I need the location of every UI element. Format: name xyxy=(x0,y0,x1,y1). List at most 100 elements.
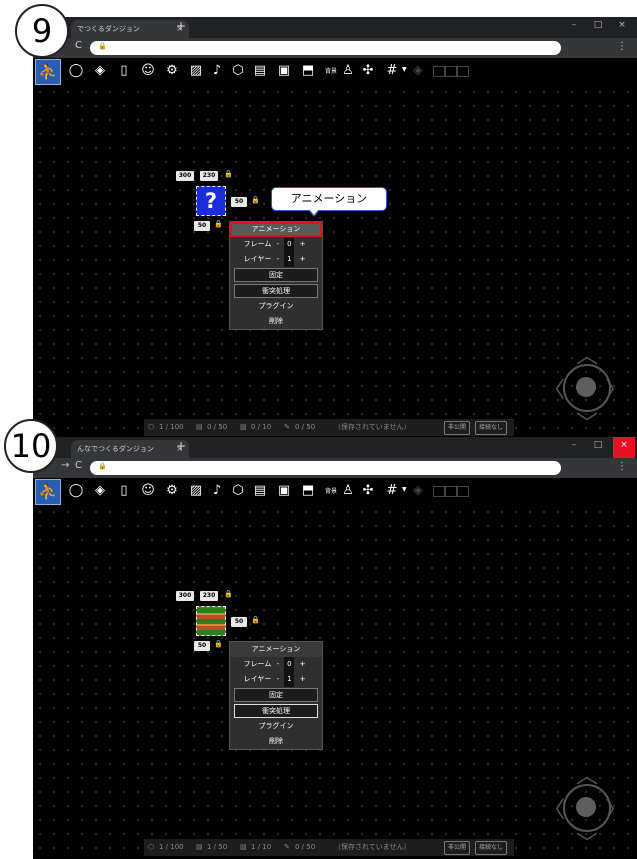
speech-bubble-icon[interactable]: ◯ xyxy=(67,482,85,500)
position-x[interactable]: 300 xyxy=(176,171,194,181)
width-value[interactable]: 50 xyxy=(231,617,247,627)
connection-button[interactable]: 接続なし xyxy=(475,421,508,435)
film-icon[interactable]: ▤ xyxy=(251,482,269,500)
animation-menu-item[interactable]: アニメーション xyxy=(230,642,322,657)
app-logo-icon[interactable]: ⛹ xyxy=(35,59,61,85)
browser-menu-icon[interactable]: ⋮ xyxy=(617,41,627,52)
frame-minus-button[interactable]: - xyxy=(277,657,280,672)
fix-label: 固定 xyxy=(234,268,318,282)
layers-icon[interactable]: ◈ xyxy=(91,62,109,80)
unknown-tile[interactable]: ? xyxy=(196,186,226,216)
person-icon[interactable]: ♙ xyxy=(339,62,357,80)
layer-minus-button[interactable]: - xyxy=(277,672,280,687)
frame-minus-button[interactable]: - xyxy=(277,237,280,252)
chevron-down-icon[interactable]: ▼ xyxy=(402,486,407,493)
virtual-dpad[interactable]: ︿ 〈 〉 ﹀ xyxy=(543,344,629,437)
frame-plus-button[interactable]: + xyxy=(300,237,306,252)
new-tab-button[interactable]: + xyxy=(176,19,186,33)
connection-button[interactable]: 接続なし xyxy=(475,841,508,855)
lock-icon[interactable]: 🔒 xyxy=(224,170,233,178)
speech-bubble-icon[interactable]: ◯ xyxy=(67,62,85,80)
gear-icon[interactable]: ⚙ xyxy=(163,482,181,500)
left-arrow-icon[interactable]: 〈 xyxy=(543,792,565,824)
virtual-dpad[interactable]: ︿ 〈 〉 ﹀ xyxy=(543,764,629,857)
fix-menu-item[interactable]: 固定 xyxy=(230,688,322,703)
forward-icon[interactable]: → xyxy=(61,460,69,471)
export-icon[interactable]: ⬒ xyxy=(299,482,317,500)
position-y[interactable]: 230 xyxy=(200,591,218,601)
layer-plus-button[interactable]: + xyxy=(300,672,306,687)
window-close-button[interactable]: × xyxy=(613,437,635,458)
bug-icon[interactable]: ✣ xyxy=(359,62,377,80)
frame-plus-button[interactable]: + xyxy=(300,657,306,672)
fix-menu-item[interactable]: 固定 xyxy=(230,268,322,283)
position-y[interactable]: 230 xyxy=(200,171,218,181)
grid-icon[interactable]: # xyxy=(383,482,401,500)
layer-minus-button[interactable]: - xyxy=(277,252,280,267)
lock-icon[interactable]: 🔒 xyxy=(251,616,260,624)
brick-tile[interactable] xyxy=(196,606,226,636)
images-count: 1 / 10 xyxy=(251,843,272,851)
lock-icon[interactable]: 🔒 xyxy=(214,640,223,648)
height-value[interactable]: 50 xyxy=(194,221,210,231)
chevron-down-icon[interactable]: ▼ xyxy=(402,66,407,73)
save-icon[interactable]: ▣ xyxy=(275,482,293,500)
position-x[interactable]: 300 xyxy=(176,591,194,601)
app-logo-icon[interactable]: ⛹ xyxy=(35,479,61,505)
cube-icon[interactable]: ⬡ xyxy=(229,62,247,80)
lock-icon[interactable]: 🔒 xyxy=(214,220,223,228)
collision-menu-item[interactable]: 衝突処理 xyxy=(230,704,322,719)
save-icon[interactable]: ▣ xyxy=(275,62,293,80)
animation-menu-item[interactable]: アニメーション xyxy=(230,222,322,237)
collision-label: 衝突処理 xyxy=(234,284,318,298)
private-button[interactable]: 非公開 xyxy=(444,841,471,855)
gear-icon[interactable]: ⚙ xyxy=(163,62,181,80)
collision-menu-item[interactable]: 衝突処理 xyxy=(230,284,322,299)
layer-plus-button[interactable]: + xyxy=(300,252,306,267)
minimize-button[interactable]: – xyxy=(563,437,585,458)
reload-icon[interactable]: C xyxy=(75,460,82,471)
lock-icon[interactable]: 🔒 xyxy=(224,590,233,598)
image-icon[interactable]: ▨ xyxy=(187,482,205,500)
lock-icon[interactable]: 🔒 xyxy=(251,196,260,204)
character-icon[interactable]: ☺ xyxy=(139,482,157,500)
url-field[interactable]: 🔒 xyxy=(90,461,561,475)
private-button[interactable]: 非公開 xyxy=(444,421,471,435)
image-icon[interactable]: ▨ xyxy=(187,62,205,80)
delete-menu-item[interactable]: 削除 xyxy=(230,314,322,329)
plugin-menu-item[interactable]: プラグイン xyxy=(230,299,322,314)
reload-icon[interactable]: C xyxy=(75,40,82,51)
cube-icon[interactable]: ⬡ xyxy=(229,482,247,500)
maximize-button[interactable]: □ xyxy=(587,437,609,458)
joystick-knob[interactable] xyxy=(576,797,596,817)
url-field[interactable]: 🔒 xyxy=(90,41,561,55)
background-text-button[interactable]: 背景 xyxy=(325,66,337,75)
plugin-menu-item[interactable]: プラグイン xyxy=(230,719,322,734)
door-icon[interactable]: ▯ xyxy=(115,482,133,500)
browser-menu-icon[interactable]: ⋮ xyxy=(617,461,627,472)
export-icon[interactable]: ⬒ xyxy=(299,62,317,80)
new-tab-button[interactable]: + xyxy=(176,439,186,453)
browser-tab[interactable]: でつくるダンジョン × xyxy=(71,20,189,38)
step-number-badge: 10 xyxy=(4,419,58,473)
height-value[interactable]: 50 xyxy=(194,641,210,651)
minimize-button[interactable]: – xyxy=(563,17,585,38)
layer-row: レイヤー - 1 + xyxy=(230,252,322,267)
background-text-button[interactable]: 背景 xyxy=(325,486,337,495)
character-icon[interactable]: ☺ xyxy=(139,62,157,80)
joystick-knob[interactable] xyxy=(576,377,596,397)
music-note-icon[interactable]: ♪ xyxy=(208,482,226,500)
bug-icon[interactable]: ✣ xyxy=(359,482,377,500)
door-icon[interactable]: ▯ xyxy=(115,62,133,80)
grid-icon[interactable]: # xyxy=(383,62,401,80)
maximize-button[interactable]: □ xyxy=(587,17,609,38)
width-value[interactable]: 50 xyxy=(231,197,247,207)
film-icon[interactable]: ▤ xyxy=(251,62,269,80)
layers-icon[interactable]: ◈ xyxy=(91,482,109,500)
person-icon[interactable]: ♙ xyxy=(339,482,357,500)
browser-tab[interactable]: んなでつくるダンジョン × xyxy=(71,440,189,458)
left-arrow-icon[interactable]: 〈 xyxy=(543,372,565,404)
music-note-icon[interactable]: ♪ xyxy=(208,62,226,80)
window-close-button[interactable]: × xyxy=(611,17,633,38)
delete-menu-item[interactable]: 削除 xyxy=(230,734,322,749)
